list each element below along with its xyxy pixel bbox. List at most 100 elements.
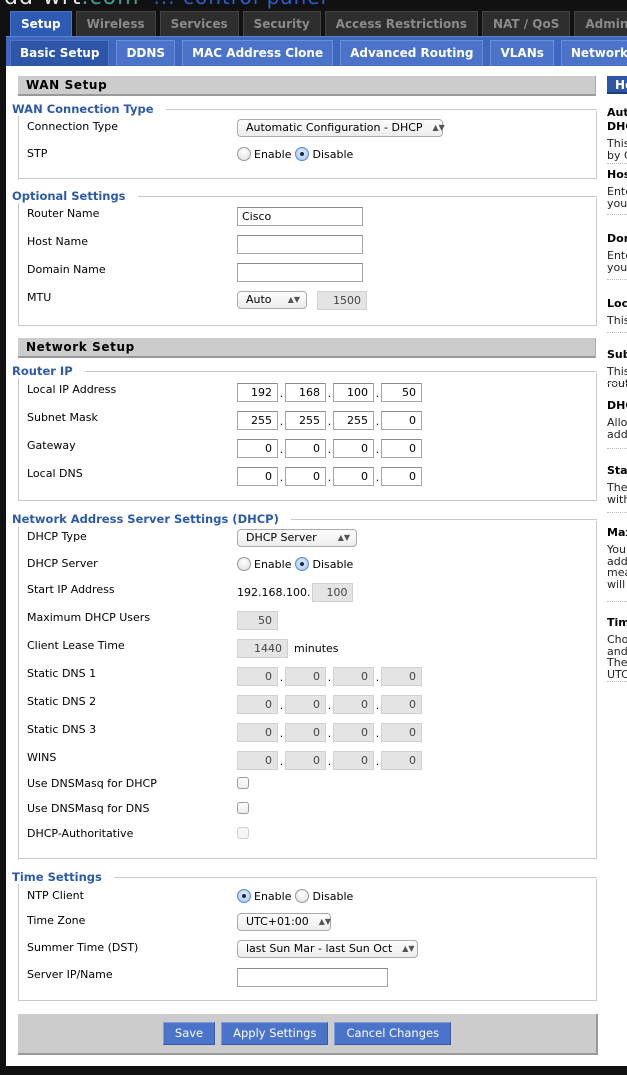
- dnsmasq-dhcp-checkbox[interactable]: [237, 777, 249, 789]
- help-heading: Local IP Address:: [607, 297, 627, 310]
- mtu-mode-value: Auto: [246, 293, 272, 306]
- row-host-name: Host Name: [27, 234, 596, 257]
- label-dhcp-authoritative: DHCP-Authoritative: [27, 827, 134, 840]
- label-local-dns: Local DNS: [27, 467, 83, 480]
- wins-octet-1[interactable]: 0: [237, 750, 278, 770]
- static-dns1-octet-3[interactable]: 0: [333, 666, 374, 686]
- summer-time-value: last Sun Mar - last Sun Oct: [246, 942, 393, 955]
- wins-octet-4[interactable]: 0: [381, 750, 422, 770]
- local-dns-octet-4[interactable]: 0: [381, 466, 422, 486]
- subnet-octet-4[interactable]: 0: [381, 410, 422, 430]
- row-router-name: Router Name Cisco: [27, 206, 596, 229]
- subtab-ddns[interactable]: DDNS: [116, 40, 176, 66]
- dnsmasq-dns-checkbox[interactable]: [237, 802, 249, 814]
- row-static-dns-2: Static DNS 2 0. 0. 0. 0: [27, 694, 596, 717]
- row-dnsmasq-dns: Use DNSMasq for DNS: [27, 802, 596, 824]
- apply-settings-button[interactable]: Apply Settings: [221, 1022, 329, 1045]
- static-dns1-octet-2[interactable]: 0: [285, 666, 326, 686]
- dhcp-type-select[interactable]: DHCP Server ▲▼: [237, 529, 357, 547]
- tab-wireless[interactable]: Wireless: [75, 11, 156, 36]
- local-ip-octet-2[interactable]: 168: [285, 382, 326, 402]
- save-button[interactable]: Save: [162, 1022, 216, 1045]
- label-max-dhcp-users: Maximum DHCP Users: [27, 611, 151, 624]
- domain-name-input[interactable]: [237, 262, 363, 282]
- client-lease-time-input[interactable]: 1440: [237, 638, 288, 658]
- select-arrows-icon: ▲▼: [402, 944, 415, 953]
- select-arrows-icon: ▲▼: [432, 123, 445, 132]
- connection-type-value: Automatic Configuration - DHCP: [246, 121, 423, 134]
- help-divider: [607, 279, 627, 280]
- local-ip-octet-1[interactable]: 192: [237, 382, 278, 402]
- label-subnet-mask: Subnet Mask: [27, 411, 98, 424]
- local-dns-octet-1[interactable]: 0: [237, 466, 278, 486]
- local-ip-octet-3[interactable]: 100: [333, 382, 374, 402]
- summer-time-select[interactable]: last Sun Mar - last Sun Oct ▲▼: [237, 940, 418, 958]
- dhcp-authoritative-checkbox[interactable]: [237, 827, 249, 839]
- gateway-octet-2[interactable]: 0: [285, 438, 326, 458]
- subtab-mac-address-clone[interactable]: MAC Address Clone: [182, 40, 334, 66]
- local-ip-octet-4[interactable]: 50: [381, 382, 422, 402]
- help-heading: DHCP Server:: [607, 399, 627, 412]
- static-dns1-octet-1[interactable]: 0: [237, 666, 278, 686]
- subnet-octet-2[interactable]: 255: [285, 410, 326, 430]
- host-name-input[interactable]: [237, 234, 363, 254]
- subnet-octet-3[interactable]: 255: [333, 410, 374, 430]
- help-text: The address you would like to start with…: [607, 481, 627, 506]
- static-dns3-octet-4[interactable]: 0: [381, 722, 422, 742]
- local-dns-octet-2[interactable]: 0: [285, 466, 326, 486]
- help-divider: [607, 681, 627, 682]
- section-network-setup: Network Setup: [18, 338, 596, 358]
- wins-octet-3[interactable]: 0: [333, 750, 374, 770]
- tab-security[interactable]: Security: [242, 11, 321, 36]
- stp-enable-radio[interactable]: [237, 147, 251, 161]
- time-zone-select[interactable]: UTC+01:00 ▲▼: [237, 913, 331, 931]
- help-text: Enter the domain name provided by your I…: [607, 249, 627, 274]
- local-dns-octet-3[interactable]: 0: [333, 466, 374, 486]
- ntp-disable-radio[interactable]: [295, 889, 310, 903]
- stp-disable-radio[interactable]: [295, 147, 310, 161]
- static-dns1-octet-4[interactable]: 0: [381, 666, 422, 686]
- start-ip-last-octet[interactable]: 100: [312, 582, 354, 602]
- help-item: Domain Name: Enter the domain name provi…: [607, 232, 627, 273]
- router-name-input[interactable]: Cisco: [237, 206, 363, 226]
- max-dhcp-users-input[interactable]: 50: [237, 610, 278, 630]
- dhcp-server-enable-radio[interactable]: [237, 557, 251, 571]
- mtu-value-input[interactable]: 1500: [317, 290, 367, 310]
- static-dns2-octet-2[interactable]: 0: [285, 694, 326, 714]
- mtu-mode-select[interactable]: Auto ▲▼: [237, 291, 307, 309]
- legend-optional-settings: Optional Settings: [12, 189, 138, 203]
- static-dns3-octet-3[interactable]: 0: [333, 722, 374, 742]
- static-dns3-octet-2[interactable]: 0: [285, 722, 326, 742]
- row-dhcp-server: DHCP Server Enable Disable: [27, 557, 596, 579]
- tab-nat-qos[interactable]: NAT / QoS: [481, 11, 571, 36]
- subtab-vlans[interactable]: VLANs: [490, 40, 554, 66]
- static-dns2-octet-3[interactable]: 0: [333, 694, 374, 714]
- lease-unit: minutes: [294, 641, 339, 655]
- wins-octet-2[interactable]: 0: [285, 750, 326, 770]
- dhcp-server-disable-radio[interactable]: [295, 557, 310, 571]
- gateway-octet-3[interactable]: 0: [333, 438, 374, 458]
- subtab-basic-setup[interactable]: Basic Setup: [10, 40, 110, 66]
- help-heading: Time Settings:: [607, 616, 627, 629]
- subtab-networking[interactable]: Networking: [560, 40, 627, 66]
- row-dhcp-authoritative: DHCP-Authoritative: [27, 827, 596, 849]
- tab-administration[interactable]: Administration: [574, 11, 627, 36]
- row-summer-time: Summer Time (DST) last Sun Mar - last Su…: [27, 940, 596, 963]
- server-ip-input[interactable]: [237, 967, 388, 987]
- gateway-octet-1[interactable]: 0: [237, 438, 278, 458]
- connection-type-select[interactable]: Automatic Configuration - DHCP ▲▼: [237, 119, 445, 137]
- cancel-changes-button[interactable]: Cancel Changes: [334, 1022, 452, 1045]
- subtab-advanced-routing[interactable]: Advanced Routing: [340, 40, 484, 66]
- help-text: Enter the host name provided by your ISP…: [607, 185, 627, 210]
- logo-tagline: ... control panel: [154, 0, 328, 9]
- label-dhcp-type: DHCP Type: [27, 530, 87, 543]
- gateway-octet-4[interactable]: 0: [381, 438, 422, 458]
- tab-services[interactable]: Services: [159, 11, 239, 36]
- static-dns3-octet-1[interactable]: 0: [237, 722, 278, 742]
- tab-setup[interactable]: Setup: [10, 11, 72, 36]
- static-dns2-octet-4[interactable]: 0: [381, 694, 422, 714]
- tab-access-restrictions[interactable]: Access Restrictions: [324, 11, 478, 36]
- static-dns2-octet-1[interactable]: 0: [237, 694, 278, 714]
- ntp-enable-radio[interactable]: [237, 889, 251, 903]
- subnet-octet-1[interactable]: 255: [237, 410, 278, 430]
